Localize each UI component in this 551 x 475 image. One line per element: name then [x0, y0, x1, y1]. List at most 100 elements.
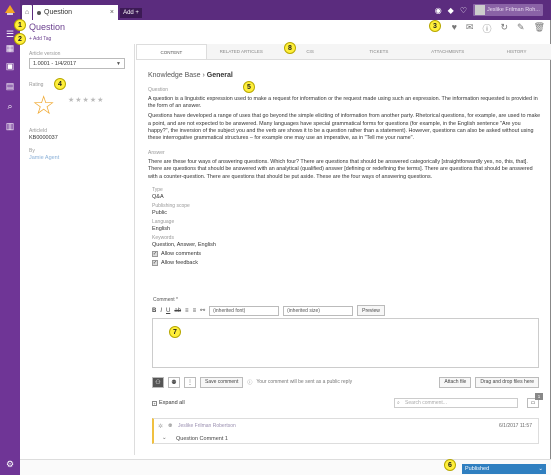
drop-zone[interactable]: Drag and drop files here [475, 376, 539, 388]
article-id-value: KB0000037 [29, 135, 58, 141]
comment-author-icon: ⚉ [168, 423, 173, 429]
tab-question[interactable]: Question × [33, 5, 118, 20]
refresh-icon[interactable]: ↻ [500, 22, 508, 35]
allow-comments-label: Allow comments [161, 250, 202, 257]
checkmark-icon: ✓ [152, 250, 158, 257]
tab-tickets[interactable]: Tickets [344, 44, 413, 59]
question-label: Question [148, 87, 169, 93]
allow-feedback-label: Allow feedback [161, 259, 198, 266]
rating-label: Rating [29, 82, 44, 88]
box-icon[interactable]: ▣ [4, 60, 16, 72]
info-icon[interactable]: ⓘ [482, 22, 491, 35]
add-tag-link[interactable]: + Add Tag [29, 36, 51, 42]
bullet-list-icon[interactable]: ≡ [193, 308, 197, 314]
attach-file-button[interactable]: Attach file [439, 376, 472, 388]
settings-icon[interactable]: ⚙ [4, 458, 16, 470]
expand-all-label: Expand all [159, 400, 185, 406]
question-paragraph-2: Questions have developed a range of uses… [148, 113, 541, 142]
contacts-icon[interactable]: ▤ [4, 80, 16, 92]
eye-icon[interactable]: ◉ [435, 6, 442, 15]
comment-editor[interactable] [152, 318, 539, 368]
strikethrough-icon[interactable]: ab [174, 308, 181, 314]
comment-item[interactable]: ✲ ⚉ Jeslike Frilman Robertson 6/1/2017 1… [152, 418, 539, 444]
article-id-label: ArticleId [29, 128, 48, 134]
scope-label: Publishing scope [152, 202, 190, 209]
link-icon[interactable]: ⚯ [200, 307, 205, 314]
type-value: Q&A [152, 193, 164, 200]
avatar [475, 5, 485, 15]
ordered-list-icon[interactable]: ≡ [185, 308, 189, 314]
answer-text: There are these four ways of answering q… [148, 159, 533, 180]
version-select[interactable]: 1.0001 - 1/4/2017 ▼ [29, 58, 125, 69]
grid-icon[interactable]: ▦ [4, 42, 16, 54]
tab-attachments[interactable]: Attachments [413, 44, 482, 59]
callout-marker: 7 [169, 326, 181, 338]
private-note-icon[interactable]: ⚉ [168, 376, 180, 388]
callout-marker: 2 [14, 33, 26, 45]
italic-icon[interactable]: I [160, 308, 162, 314]
user-menu[interactable]: Jeslike Frilman Roh... [473, 4, 543, 16]
close-icon[interactable]: × [110, 9, 114, 16]
mail-icon[interactable]: ✉ [466, 22, 474, 35]
callout-marker: 3 [429, 20, 441, 32]
tab-content[interactable]: Content [136, 44, 207, 59]
font-select[interactable]: (inherited font) [209, 305, 280, 316]
size-select[interactable]: (inherited size) [283, 305, 354, 316]
more-icon[interactable]: ⋮ [184, 376, 196, 388]
preview-button[interactable]: Preview [357, 305, 385, 316]
home-tab[interactable]: ⌂ [22, 5, 32, 20]
reports-icon[interactable]: ▥ [4, 120, 16, 132]
tag-icon[interactable]: ◆ [448, 6, 454, 15]
by-label: By [29, 148, 35, 154]
bold-icon[interactable]: B [152, 308, 156, 314]
chevron-down-icon: ▼ [116, 60, 121, 67]
keywords-value: Question, Answer, English [152, 241, 216, 248]
tab-related-articles[interactable]: Related Articles [207, 44, 276, 59]
comment-title: Question Comment 1 [176, 436, 228, 442]
callout-marker: 6 [444, 459, 456, 471]
top-right-toolbar: ◉ ◆ ♡ Jeslike Frilman Roh... [435, 3, 543, 17]
expand-all-link[interactable]: + Expand all [152, 400, 185, 406]
delete-icon[interactable]: 🗑 [534, 22, 545, 35]
sidebar: ☰ ▦ ▣ ▤ ⌕ ▥ ⚙ [0, 0, 20, 475]
breadcrumb: Knowledge Base › General [148, 72, 543, 79]
public-reply-icon[interactable]: ⚇ [152, 376, 164, 388]
editor-toolbar: B I U ab ≡ ≡ ⚯ (inherited font) (inherit… [152, 305, 385, 316]
app-logo-icon[interactable] [3, 3, 17, 17]
comment-actions: ⚇ ⚉ ⋮ Save comment ⓘ Your comment will b… [152, 376, 539, 388]
scope-value: Public [152, 209, 167, 216]
heart-icon[interactable]: ♡ [460, 6, 467, 15]
allow-comments-checkbox[interactable]: ✓ Allow comments [152, 250, 543, 257]
breadcrumb-current: General [206, 72, 233, 79]
status-select[interactable]: Published ⌄ [462, 464, 546, 474]
public-reply-note: Your comment will be sent as a public re… [256, 379, 353, 385]
page-title: Question [29, 22, 66, 32]
search-icon: ⌕ [397, 400, 400, 406]
chevron-down-icon[interactable]: ⌄ [162, 435, 167, 441]
tab-question-label: Question [44, 9, 73, 16]
comment-label: Comment * [153, 297, 179, 303]
expand-icon: + [152, 400, 157, 406]
comment-search-placeholder: Search comment... [405, 400, 447, 406]
keywords-label: Keywords [152, 234, 174, 241]
comment-date: 6/1/2017 11:57 [499, 423, 532, 429]
add-tab-button[interactable]: Add + [120, 8, 142, 18]
save-comment-button[interactable]: Save comment [200, 376, 244, 388]
edit-icon[interactable]: ✎ [517, 22, 525, 35]
tab-history[interactable]: History [482, 44, 551, 59]
search-icon[interactable]: ⌕ [4, 100, 16, 112]
author-link[interactable]: Jamie Agent [29, 155, 59, 161]
breadcrumb-root[interactable]: Knowledge Base [148, 72, 201, 79]
callout-marker: 5 [243, 81, 255, 93]
language-value: English [152, 225, 171, 232]
rating-stars[interactable]: ★★★★★ [68, 96, 104, 104]
question-paragraph-1: A question is a linguistic expression us… [148, 96, 538, 110]
content-tabs: Content Related Articles CIs Tickets Att… [136, 44, 551, 60]
allow-feedback-checkbox[interactable]: ✓ Allow feedback [152, 259, 543, 266]
status-value: Published [465, 466, 490, 472]
comment-avatar-icon: ✲ [158, 424, 164, 430]
underline-icon[interactable]: U [166, 308, 170, 314]
comment-search-input[interactable]: ⌕ Search comment... [394, 398, 518, 408]
favorite-icon[interactable]: ♥ [452, 22, 457, 35]
callout-marker: 8 [284, 42, 296, 54]
